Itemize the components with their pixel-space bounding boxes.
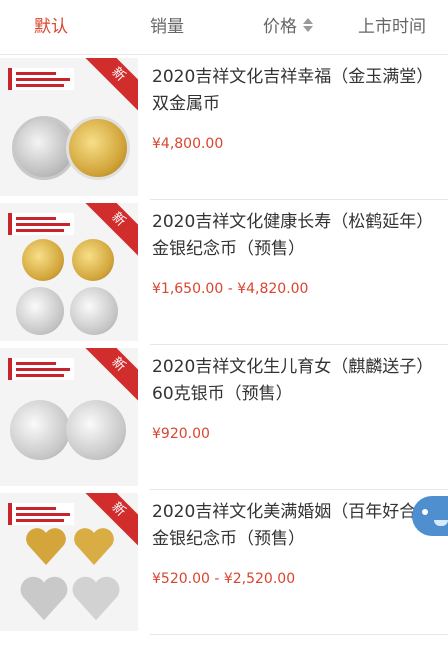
product-image-label — [8, 358, 74, 380]
coin-gold-small-icon — [72, 239, 114, 281]
coin-silver-icon — [16, 287, 64, 335]
product-image-label — [8, 213, 74, 235]
coin-silver-icon — [70, 287, 118, 335]
whale-service-icon[interactable] — [412, 496, 448, 536]
sort-tab-price[interactable]: 价格 — [263, 0, 313, 54]
product-price: ¥920.00 — [152, 426, 210, 442]
coin-gold-icon — [66, 116, 130, 180]
product-title: 2020吉祥文化生儿育女（麒麟送子）60克银币（预售） — [152, 357, 434, 404]
product-title: 2020吉祥文化健康长寿（松鹤延年）金银纪念币（预售） — [152, 212, 434, 259]
sort-tab-release-date[interactable]: 上市时间 — [358, 0, 426, 54]
product-image: 新 — [0, 203, 138, 341]
product-image: 新 — [0, 493, 138, 631]
heart-coin-icon — [26, 528, 66, 565]
coin-silver-icon — [10, 400, 70, 460]
product-image: 新 — [0, 58, 138, 196]
product-item[interactable]: 新 2020吉祥文化生儿育女（麒麟送子）60克银币（预售） ¥920.00 — [0, 345, 448, 490]
product-price: ¥520.00 - ¥2,520.00 — [152, 571, 296, 587]
sort-tab-sales[interactable]: 销量 — [150, 0, 184, 54]
product-image-label — [8, 503, 74, 525]
product-list: 新 2020吉祥文化吉祥幸福（金玉满堂）双金属币 ¥4,800.00 新 202… — [0, 55, 448, 635]
heart-coin-icon — [72, 576, 120, 621]
new-badge: 新 — [74, 58, 138, 119]
new-badge: 新 — [74, 348, 138, 409]
product-title: 2020吉祥文化吉祥幸福（金玉满堂）双金属币 — [152, 67, 434, 114]
product-item[interactable]: 新 2020吉祥文化吉祥幸福（金玉满堂）双金属币 ¥4,800.00 — [0, 55, 448, 200]
product-item[interactable]: 新 2020吉祥文化美满婚姻（百年好合）金银纪念币（预售） ¥520.00 - … — [0, 490, 448, 635]
sort-tab-price-label: 价格 — [263, 17, 297, 37]
product-price: ¥1,650.00 - ¥4,820.00 — [152, 281, 309, 297]
product-item[interactable]: 新 2020吉祥文化健康长寿（松鹤延年）金银纪念币（预售） ¥1,650.00 … — [0, 200, 448, 345]
product-title: 2020吉祥文化美满婚姻（百年好合）金银纪念币（预售） — [152, 502, 434, 549]
product-image: 新 — [0, 348, 138, 486]
product-image-label — [8, 68, 74, 90]
coin-silver-icon — [66, 400, 126, 460]
sort-tab-default[interactable]: 默认 — [34, 0, 68, 54]
heart-coin-icon — [74, 528, 114, 565]
sort-arrows-icon — [303, 17, 313, 33]
coin-gold-small-icon — [22, 239, 64, 281]
heart-coin-icon — [20, 576, 68, 621]
sort-tab-bar: 默认 销量 价格 上市时间 — [0, 0, 448, 55]
product-price: ¥4,800.00 — [152, 136, 224, 152]
